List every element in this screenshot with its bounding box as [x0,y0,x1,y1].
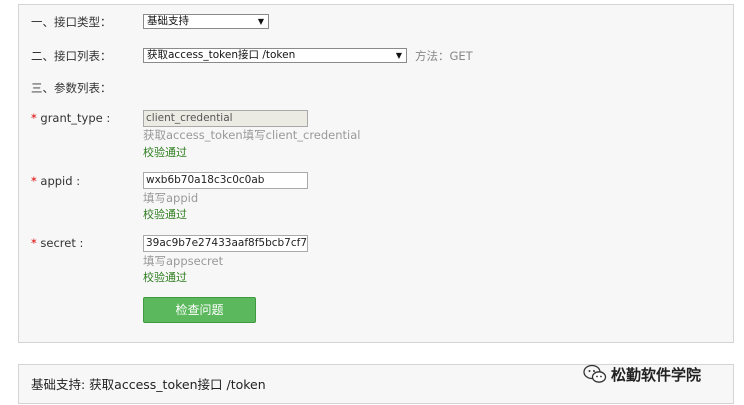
http-method-text: 方法：GET [415,49,473,63]
watermark: 松勤软件学院 [583,362,701,386]
required-marker: * [31,111,37,125]
interface-type-value: 基础支持 [147,15,189,27]
result-title: 基础支持: 获取access_token接口 /token [31,377,266,392]
watermark-text: 松勤软件学院 [611,365,702,384]
grant-type-status: 校验通过 [143,146,187,159]
appid-input[interactable]: wxb6b70a18c3c0c0ab [143,172,308,189]
appid-label: * appid : [31,174,81,188]
param-list-label: 三、参数列表： [31,81,112,95]
interface-list-value: 获取access_token接口 /token [147,49,296,61]
check-problem-button[interactable]: 检查问题 [143,297,256,323]
interface-list-label: 二、接口列表： [31,49,112,63]
appid-status: 校验通过 [143,208,187,221]
secret-label: * secret : [31,236,84,250]
required-marker: * [31,174,37,188]
dropdown-arrow-icon: ▼ [257,17,264,26]
secret-status: 校验通过 [143,271,187,284]
interface-list-select[interactable]: 获取access_token接口 /token ▼ [143,48,407,63]
interface-type-select[interactable]: 基础支持 ▼ [143,14,269,29]
required-marker: * [31,236,37,250]
grant-type-hint: 获取access_token填写client_credential [143,128,361,142]
secret-input[interactable]: 39ac9b7e27433aaf8f5bcb7cf731a9 [143,235,308,252]
interface-type-label: 一、接口类型： [31,15,112,29]
dropdown-arrow-icon: ▼ [395,51,402,60]
grant-type-input[interactable]: client_credential [143,110,308,127]
secret-hint: 填写appsecret [143,254,224,268]
grant-type-label: * grant_type : [31,111,111,125]
wechat-logo-icon [583,364,607,383]
appid-hint: 填写appid [143,191,199,205]
